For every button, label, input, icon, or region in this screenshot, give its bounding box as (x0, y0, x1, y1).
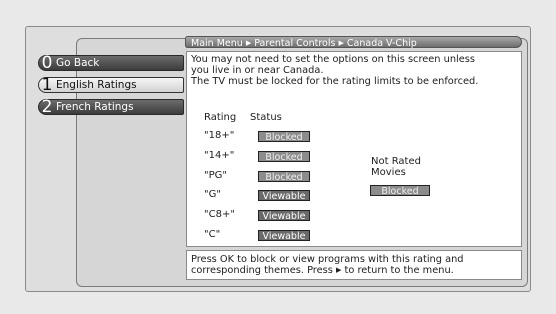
help-line-1: Press OK to block or view programs with … (191, 254, 464, 265)
rating-label-c: "C" (204, 229, 221, 240)
message-line-2: you live in or near Canada. (191, 65, 324, 76)
status-18plus-toggle[interactable]: Blocked (258, 131, 310, 143)
rating-label-pg: "PG" (204, 170, 227, 181)
not-rated-line-1: Not Rated (371, 156, 421, 167)
breadcrumb-arrow-icon: ▶ (245, 39, 252, 47)
status-column-header: Status (250, 112, 282, 123)
french-ratings-label: French Ratings (56, 101, 134, 113)
french-ratings-button[interactable]: 2 French Ratings (38, 96, 184, 117)
breadcrumb-main-menu: Main Menu (191, 38, 243, 49)
status-g-toggle[interactable]: Viewable (258, 190, 310, 202)
message-line-1: You may not need to set the options on t… (191, 54, 476, 65)
go-back-label: Go Back (56, 57, 100, 69)
breadcrumb-parental-controls: Parental Controls (254, 38, 336, 49)
breadcrumb-arrow-icon: ▶ (338, 39, 344, 47)
help-line-2-part-2: to return to the menu. (344, 265, 454, 276)
screen: 0 Go Back 1 English Ratings 2 French Rat… (0, 0, 556, 314)
menu-number-2: 2 (41, 96, 53, 117)
info-message: You may not need to set the options on t… (191, 54, 517, 87)
breadcrumb-canada-vchip: Canada V-Chip (346, 38, 417, 49)
help-line-2-part-1: corresponding themes. Press (191, 265, 333, 276)
message-line-3: The TV must be locked for the rating lim… (191, 76, 479, 87)
menu-number-0: 0 (41, 52, 53, 73)
english-ratings-label: English Ratings (56, 79, 137, 91)
menu-number-1: 1 (41, 74, 53, 95)
status-c8plus-toggle[interactable]: Viewable (258, 210, 310, 222)
status-c-toggle[interactable]: Viewable (258, 230, 310, 242)
rating-label-g: "G" (204, 189, 221, 200)
breadcrumb: Main Menu ▶ Parental Controls ▶ Canada V… (185, 36, 522, 49)
status-14plus-toggle[interactable]: Blocked (258, 151, 310, 163)
rating-label-18plus: "18+" (204, 130, 235, 141)
right-arrow-icon: ▶ (335, 266, 342, 274)
not-rated-movies-toggle[interactable]: Blocked (370, 185, 430, 197)
go-back-button[interactable]: 0 Go Back (38, 52, 184, 73)
rating-label-14plus: "14+" (204, 150, 235, 161)
content-box: You may not need to set the options on t… (186, 51, 522, 247)
help-line-2: corresponding themes. Press ▶ to return … (191, 265, 517, 276)
english-ratings-button[interactable]: 1 English Ratings (38, 74, 184, 95)
not-rated-movies-label: Not Rated Movies (371, 156, 441, 178)
not-rated-line-2: Movies (371, 167, 406, 178)
rating-label-c8plus: "C8+" (204, 209, 235, 220)
help-box: Press OK to block or view programs with … (186, 250, 522, 280)
status-pg-toggle[interactable]: Blocked (258, 171, 310, 183)
rating-column-header: Rating (204, 112, 237, 123)
